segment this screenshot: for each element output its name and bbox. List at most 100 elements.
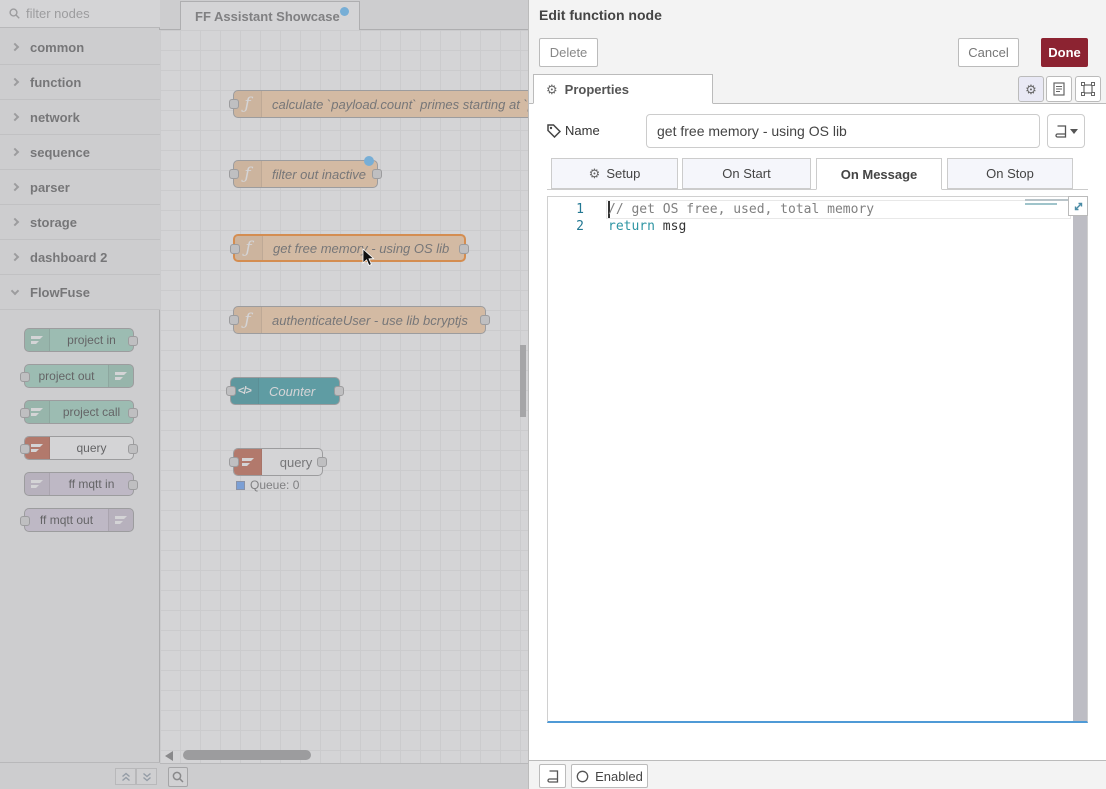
input-port[interactable] — [20, 444, 30, 454]
palette-node-project-in[interactable]: project in — [24, 328, 134, 352]
palette-category-sequence[interactable]: sequence — [0, 135, 160, 170]
appearance-view-button[interactable] — [1075, 76, 1101, 102]
palette-node-ff-mqtt-out[interactable]: ff mqtt out — [24, 508, 134, 532]
description-view-button[interactable] — [1046, 76, 1072, 102]
palette-category-common[interactable]: common — [0, 30, 160, 65]
flowfuse-icon — [25, 473, 50, 495]
dialog-title: Edit function node — [539, 7, 662, 23]
palette-footer — [0, 762, 160, 789]
palette-node-query[interactable]: query — [24, 436, 134, 460]
gear-icon: ⚙ — [589, 167, 601, 180]
code-line: return msg — [608, 219, 686, 234]
output-port[interactable] — [128, 336, 138, 346]
node-authenticate-user[interactable]: ƒ authenticateUser - use lib bcryptjs — [233, 306, 486, 334]
cancel-button[interactable]: Cancel — [958, 38, 1019, 67]
palette-category-network[interactable]: network — [0, 100, 160, 135]
properties-view-button[interactable]: ⚙ — [1018, 76, 1044, 102]
input-port[interactable] — [226, 386, 236, 396]
node-red-editor: filter nodes common function network seq… — [0, 0, 1106, 789]
node-calculate-primes[interactable]: ƒ calculate `payload.count` primes start… — [233, 90, 528, 118]
chevron-right-icon — [11, 113, 19, 121]
palette-search-input[interactable]: filter nodes — [0, 0, 160, 28]
tab-on-stop[interactable]: On Stop — [947, 158, 1073, 189]
palette-category-dashboard2[interactable]: dashboard 2 — [0, 240, 160, 275]
horizontal-scrollbar[interactable] — [183, 750, 311, 760]
double-chevron-up-icon — [121, 772, 131, 782]
dialog-form: Name ⚙Setup On Start On Message On Stop … — [529, 104, 1106, 760]
editor-scrollbar[interactable] — [1073, 197, 1087, 721]
palette-search-placeholder: filter nodes — [26, 6, 90, 21]
library-button[interactable] — [539, 764, 566, 788]
palette-category-storage[interactable]: storage — [0, 205, 160, 240]
editor-gutter: 1 2 — [548, 197, 606, 721]
mouse-cursor — [362, 248, 376, 268]
chevron-right-icon — [11, 78, 19, 86]
node-get-free-memory[interactable]: ƒ get free memory - using OS lib — [233, 234, 466, 262]
node-counter[interactable]: </> Counter — [230, 377, 340, 405]
node-filter-out-inactive[interactable]: ƒ filter out inactive — [233, 160, 378, 188]
input-port[interactable] — [20, 516, 30, 526]
palette-category-parser[interactable]: parser — [0, 170, 160, 205]
input-port[interactable] — [229, 315, 239, 325]
delete-button[interactable]: Delete — [539, 38, 598, 67]
output-port[interactable] — [128, 480, 138, 490]
status-dot — [236, 481, 245, 490]
output-port[interactable] — [317, 457, 327, 467]
input-port[interactable] — [20, 372, 30, 382]
input-port[interactable] — [230, 244, 240, 254]
name-input[interactable] — [646, 114, 1040, 148]
done-button[interactable]: Done — [1041, 38, 1088, 67]
tab-setup[interactable]: ⚙Setup — [551, 158, 678, 189]
palette-node-ff-mqtt-in[interactable]: ff mqtt in — [24, 472, 134, 496]
node-query[interactable]: query — [233, 448, 323, 476]
output-port[interactable] — [372, 169, 382, 179]
circle-icon — [576, 770, 589, 783]
output-port[interactable] — [480, 315, 490, 325]
chevron-right-icon — [11, 218, 19, 226]
enabled-toggle-button[interactable]: Enabled — [571, 764, 648, 788]
input-port[interactable] — [229, 169, 239, 179]
palette-node-project-out[interactable]: project out — [24, 364, 134, 388]
input-port[interactable] — [20, 408, 30, 418]
output-port[interactable] — [334, 386, 344, 396]
expand-categories-button[interactable] — [136, 768, 157, 785]
chevron-right-icon — [11, 253, 19, 261]
tag-icon — [547, 124, 561, 138]
tab-on-start[interactable]: On Start — [682, 158, 811, 189]
input-port[interactable] — [229, 457, 239, 467]
input-port[interactable] — [229, 99, 239, 109]
chevron-right-icon — [11, 148, 19, 156]
canvas-search-button[interactable] — [168, 767, 188, 787]
code-line: // get OS free, used, total memory — [608, 202, 874, 217]
output-port[interactable] — [128, 408, 138, 418]
expand-editor-button[interactable] — [1068, 196, 1088, 216]
line-number: 2 — [576, 219, 584, 234]
book-icon — [1055, 125, 1067, 138]
output-port[interactable] — [459, 244, 469, 254]
name-field-row: Name — [547, 114, 1089, 148]
hscroll-left-arrow[interactable] — [165, 751, 173, 761]
modified-dot — [340, 7, 349, 16]
code-editor[interactable]: 1 2 // get OS free, used, total memory r… — [547, 196, 1088, 723]
tab-on-message[interactable]: On Message — [816, 158, 942, 190]
flow-tab[interactable]: FF Assistant Showcase — [180, 1, 360, 30]
node-status: Queue: 0 — [236, 478, 299, 492]
dialog-tabrow: ⚙ Properties ⚙ — [529, 74, 1106, 104]
vertical-scrollbar[interactable] — [520, 345, 526, 417]
caret-down-icon — [1070, 129, 1078, 134]
output-port[interactable] — [128, 444, 138, 454]
modified-dot — [364, 156, 374, 166]
book-icon — [547, 770, 559, 783]
library-dropdown-button[interactable] — [1047, 114, 1085, 148]
flowfuse-icon — [25, 329, 50, 351]
collapse-categories-button[interactable] — [115, 768, 136, 785]
canvas-grid[interactable] — [160, 30, 528, 763]
palette-node-project-call[interactable]: project call — [24, 400, 134, 424]
flowfuse-icon — [108, 509, 133, 531]
flow-canvas[interactable]: FF Assistant Showcase ƒ calculate `paylo… — [160, 0, 528, 789]
flow-tabbar: FF Assistant Showcase — [160, 0, 528, 30]
palette-category-function[interactable]: function — [0, 65, 160, 100]
palette-category-flowfuse[interactable]: FlowFuse — [0, 275, 160, 310]
line-number: 1 — [576, 202, 584, 217]
tab-properties[interactable]: ⚙ Properties — [533, 74, 713, 104]
